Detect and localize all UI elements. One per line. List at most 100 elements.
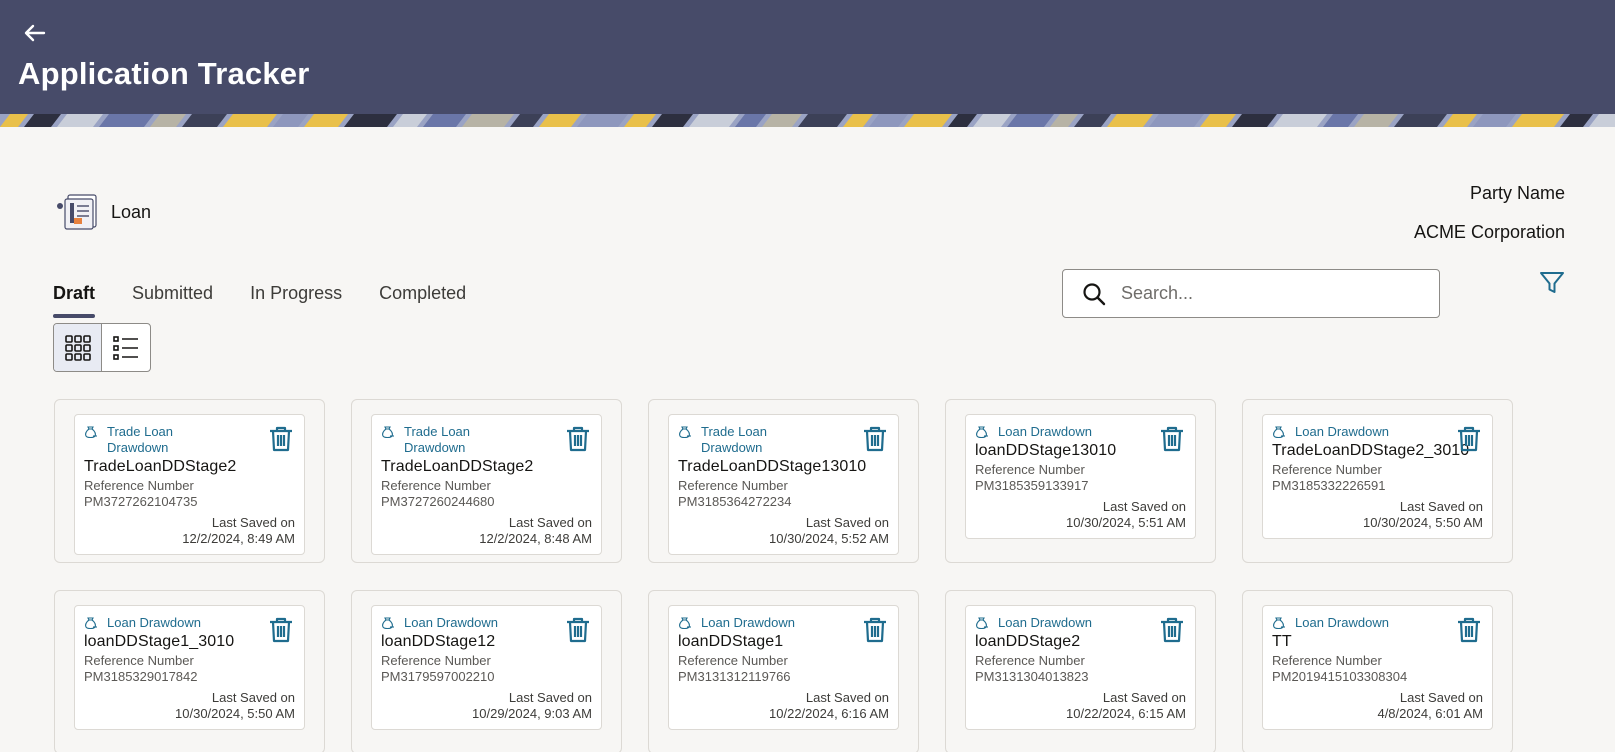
filter-icon[interactable] <box>1538 269 1566 297</box>
card-type: Trade Loan Drawdown <box>701 424 768 455</box>
card-name: loanDDStage1 <box>678 633 784 650</box>
tab-completed[interactable]: Completed <box>379 283 466 318</box>
reference-label: Reference Number <box>678 478 788 493</box>
reference-label: Reference Number <box>84 653 194 668</box>
reference-label: Reference Number <box>381 478 491 493</box>
application-card-body: Loan Drawdown TT Reference Number PM2019… <box>1262 605 1493 730</box>
application-card-3[interactable]: Trade Loan Drawdown TradeLoanDDStage1301… <box>648 399 919 563</box>
application-card-body: Loan Drawdown loanDDStage12 Reference Nu… <box>371 605 602 730</box>
last-saved-label: Last Saved on <box>508 515 592 530</box>
loan-bag-icon <box>976 617 988 630</box>
card-name: TradeLoanDDStage2_3010 <box>1272 442 1470 459</box>
trash-icon[interactable] <box>1159 425 1185 453</box>
card-type-row: Trade Loan Drawdown <box>381 424 592 456</box>
card-type: Loan Drawdown <box>107 615 201 630</box>
trash-icon[interactable] <box>565 616 591 644</box>
arrow-left-icon[interactable] <box>22 20 54 48</box>
list-view-button[interactable] <box>102 324 150 371</box>
last-saved-value: 10/30/2024, 5:50 AM <box>175 706 295 721</box>
reference-number: PM2019415103308304 <box>1272 669 1408 684</box>
view-toggle <box>53 323 151 372</box>
card-name: loanDDStage1_3010 <box>84 633 235 650</box>
last-saved-value: 10/30/2024, 5:50 AM <box>1363 515 1483 530</box>
trash-icon[interactable] <box>565 425 591 453</box>
application-card-body: Loan Drawdown loanDDStage13010 Reference… <box>965 414 1196 539</box>
card-type: Loan Drawdown <box>404 615 498 630</box>
last-saved-value: 4/8/2024, 6:01 AM <box>1377 706 1483 721</box>
last-saved-value: 12/2/2024, 8:49 AM <box>182 531 295 546</box>
trash-icon[interactable] <box>268 425 294 453</box>
reference-number: PM3131304013823 <box>975 669 1089 684</box>
header-banner-pattern <box>0 114 1615 127</box>
application-card-10[interactable]: Loan Drawdown TT Reference Number PM2019… <box>1242 590 1513 752</box>
reference-number: PM3727260244680 <box>381 494 495 509</box>
grid-view-icon <box>64 334 91 361</box>
application-card-2[interactable]: Trade Loan Drawdown TradeLoanDDStage2 Re… <box>351 399 622 563</box>
reference-number: PM3727262104735 <box>84 494 198 509</box>
reference-label: Reference Number <box>678 653 788 668</box>
trash-icon[interactable] <box>862 616 888 644</box>
application-card-7[interactable]: Loan Drawdown loanDDStage12 Reference Nu… <box>351 590 622 752</box>
last-saved-value: 10/22/2024, 6:16 AM <box>769 706 889 721</box>
application-card-1[interactable]: Trade Loan Drawdown TradeLoanDDStage2 Re… <box>54 399 325 563</box>
loan-bag-icon <box>679 617 691 630</box>
card-name: TradeLoanDDStage13010 <box>678 458 867 475</box>
reference-number: PM3185332226591 <box>1272 478 1386 493</box>
card-type: Loan Drawdown <box>701 615 795 630</box>
status-tabs: Draft Submitted In Progress Completed <box>53 283 503 318</box>
trash-icon[interactable] <box>862 425 888 453</box>
card-name: TradeLoanDDStage2 <box>84 458 237 475</box>
reference-number: PM3179597002210 <box>381 669 495 684</box>
party-name-label: Party Name <box>1469 183 1565 203</box>
card-type: Loan Drawdown <box>1295 424 1389 439</box>
trash-icon[interactable] <box>1159 616 1185 644</box>
loan-bag-icon <box>85 617 97 630</box>
application-card-body: Trade Loan Drawdown TradeLoanDDStage1301… <box>668 414 899 555</box>
grid-view-button[interactable] <box>54 324 103 371</box>
application-card-body: Trade Loan Drawdown TradeLoanDDStage2 Re… <box>74 414 305 555</box>
loan-bag-icon <box>85 426 97 439</box>
trash-icon[interactable] <box>1456 616 1482 644</box>
product-section: Loan <box>56 193 151 231</box>
loan-bag-icon <box>382 617 394 630</box>
last-saved-label: Last Saved on <box>211 690 295 705</box>
card-type-row: Loan Drawdown <box>84 615 295 631</box>
application-card-4[interactable]: Loan Drawdown loanDDStage13010 Reference… <box>945 399 1216 563</box>
loan-bag-icon <box>1273 617 1285 630</box>
card-name: loanDDStage13010 <box>975 442 1117 459</box>
application-card-8[interactable]: Loan Drawdown loanDDStage1 Reference Num… <box>648 590 919 752</box>
application-card-body: Trade Loan Drawdown TradeLoanDDStage2 Re… <box>371 414 602 555</box>
card-type: Trade Loan Drawdown <box>404 424 471 455</box>
loan-bag-icon <box>1273 426 1285 439</box>
reference-number: PM3185329017842 <box>84 669 198 684</box>
reference-number: PM3185359133917 <box>975 478 1089 493</box>
tab-in-progress[interactable]: In Progress <box>250 283 342 318</box>
application-card-9[interactable]: Loan Drawdown loanDDStage2 Reference Num… <box>945 590 1216 752</box>
loan-bag-icon <box>382 426 394 439</box>
last-saved-label: Last Saved on <box>805 690 889 705</box>
card-name: loanDDStage12 <box>381 633 496 650</box>
card-type: Loan Drawdown <box>998 424 1092 439</box>
page-header: Application Tracker <box>0 0 1615 127</box>
card-type-row: Loan Drawdown <box>975 615 1186 631</box>
last-saved-value: 10/30/2024, 5:51 AM <box>1066 515 1186 530</box>
last-saved-label: Last Saved on <box>1102 690 1186 705</box>
tab-draft[interactable]: Draft <box>53 283 96 318</box>
card-type-row: Trade Loan Drawdown <box>84 424 295 456</box>
card-type: Loan Drawdown <box>1295 615 1389 630</box>
loan-bag-icon <box>976 426 988 439</box>
card-name: TradeLoanDDStage2 <box>381 458 534 475</box>
application-card-5[interactable]: Loan Drawdown TradeLoanDDStage2_3010 Ref… <box>1242 399 1513 563</box>
last-saved-label: Last Saved on <box>211 515 295 530</box>
application-card-6[interactable]: Loan Drawdown loanDDStage1_3010 Referenc… <box>54 590 325 752</box>
search-box <box>1062 269 1440 318</box>
card-type: Loan Drawdown <box>998 615 1092 630</box>
trash-icon[interactable] <box>1456 425 1482 453</box>
search-input[interactable] <box>1121 283 1421 304</box>
search-icon <box>1083 282 1106 305</box>
tab-submitted[interactable]: Submitted <box>132 283 213 318</box>
loan-bag-icon <box>679 426 691 439</box>
trash-icon[interactable] <box>268 616 294 644</box>
last-saved-label: Last Saved on <box>508 690 592 705</box>
last-saved-label: Last Saved on <box>1399 690 1483 705</box>
